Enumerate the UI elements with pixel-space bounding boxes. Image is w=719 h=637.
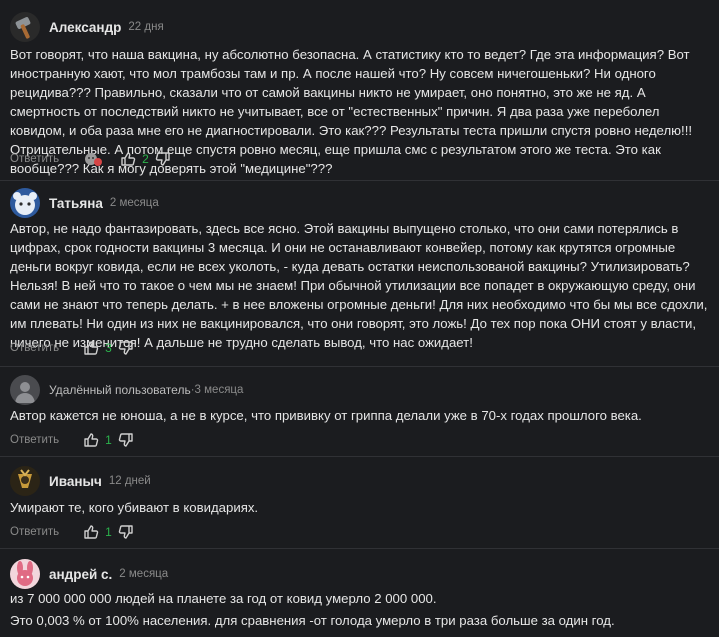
comment-text: Умирают те, кого убивают в ковидариях. [10, 500, 259, 515]
like-count: 3 [105, 341, 112, 355]
comment-header: Александр 22 дня [10, 12, 164, 42]
dislike-button[interactable] [118, 524, 134, 540]
thumbs-up-icon [84, 341, 99, 355]
thumbs-up-icon [84, 525, 99, 539]
like-button[interactable] [83, 432, 99, 448]
comment-actions: Ответить 3 [10, 338, 134, 358]
comment-header: Иваныч 12 дней [10, 466, 151, 496]
comment-text: из 7 000 000 000 людей на планете за год… [10, 589, 710, 630]
comment-header: Татьяна 2 месяца [10, 188, 159, 218]
comment-text: Автор, не надо фантазировать, здесь все … [10, 221, 708, 350]
author-name[interactable]: андрей с. [49, 567, 112, 582]
comment-time: 22 дня [128, 21, 164, 33]
like-count: 1 [105, 525, 112, 539]
dislike-button[interactable] [155, 151, 171, 167]
divider [0, 548, 719, 549]
thumbs-up-icon [121, 152, 136, 166]
comment-time: 2 месяца [119, 568, 169, 580]
avatar[interactable] [10, 375, 40, 405]
comment-text-line: из 7 000 000 000 людей на планете за год… [10, 591, 437, 606]
thumbs-down-icon [118, 433, 133, 447]
thumbs-down-icon [118, 341, 133, 355]
author-name[interactable]: Александр [49, 20, 121, 35]
avatar[interactable] [10, 12, 40, 42]
avatar[interactable] [10, 188, 40, 218]
comment-actions: Ответить 1 [10, 430, 134, 450]
divider [0, 456, 719, 457]
author-name: Удалённый пользователь [49, 383, 191, 397]
reply-button[interactable]: Ответить [10, 342, 59, 354]
reply-button[interactable]: Ответить [10, 526, 59, 538]
comment-header: Удалённый пользователь · 3 месяца [10, 375, 243, 405]
author-name[interactable]: Татьяна [49, 196, 103, 211]
comment-time: 12 дней [108, 475, 151, 487]
like-count: 2 [142, 152, 149, 166]
comment-text-line: Это 0,003 % от 100% населения. для сравн… [10, 613, 615, 628]
divider [0, 180, 719, 181]
divider [0, 366, 719, 367]
comment-actions: Ответить 2 [10, 149, 171, 169]
comment-time: 3 месяца [194, 384, 244, 396]
comment-text: Автор кажется не юноша, а не в курсе, чт… [10, 408, 642, 423]
dislike-button[interactable] [118, 432, 134, 448]
like-button[interactable] [120, 151, 136, 167]
reply-button[interactable]: Ответить [10, 153, 59, 165]
dislike-button[interactable] [118, 340, 134, 356]
thumbs-down-icon [118, 525, 133, 539]
comment-time: 2 месяца [109, 197, 159, 209]
author-name[interactable]: Иваныч [49, 474, 102, 489]
like-button[interactable] [83, 340, 99, 356]
reply-button[interactable]: Ответить [10, 434, 59, 446]
like-count: 1 [105, 433, 112, 447]
avatar[interactable] [10, 559, 40, 589]
avatar[interactable] [10, 466, 40, 496]
like-button[interactable] [83, 524, 99, 540]
comment-header: андрей с. 2 месяца [10, 559, 168, 589]
thumbs-up-icon [84, 433, 99, 447]
comment-actions: Ответить 1 [10, 522, 134, 542]
thumbs-down-icon [155, 152, 170, 166]
reaction-icon[interactable] [84, 151, 104, 167]
